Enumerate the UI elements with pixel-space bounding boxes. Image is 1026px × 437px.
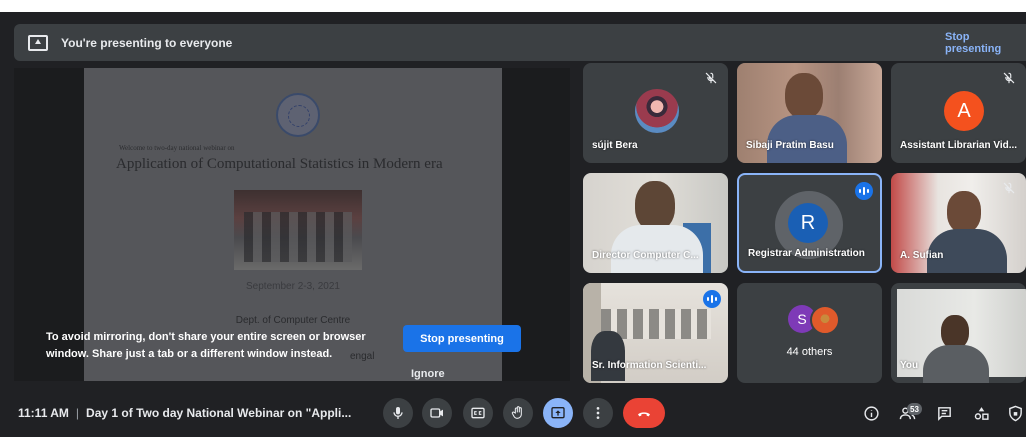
raise-hand-button[interactable]	[503, 398, 533, 428]
meeting-details-button[interactable]	[860, 402, 882, 424]
others-tile[interactable]: S 44 others	[737, 283, 882, 383]
participant-tile[interactable]: A Assistant Librarian Vid...	[891, 63, 1026, 163]
participant-name: Sibaji Pratim Basu	[746, 140, 834, 151]
info-icon	[863, 405, 879, 421]
video-camera-icon	[430, 408, 443, 418]
end-call-icon	[638, 412, 650, 417]
meet-window: You're presenting to everyone Stop prese…	[0, 12, 1026, 437]
meeting-info: 11:11 AM | Day 1 of Two day National Webin…	[18, 406, 351, 420]
slide-dates: September 2-3, 2021	[246, 281, 340, 292]
self-tile[interactable]: You	[891, 283, 1026, 383]
university-seal-logo	[276, 93, 320, 137]
mic-off-icon	[705, 72, 717, 84]
leave-call-button[interactable]	[623, 398, 665, 428]
present-screen-icon	[28, 34, 48, 51]
others-avatars: S	[788, 305, 848, 335]
participant-name: Director Computer C...	[592, 250, 699, 261]
slide-title: Application of Computational Statistics …	[116, 156, 443, 172]
participant-name: Registrar Administration	[748, 248, 865, 259]
mirroring-warning-text: To avoid mirroring, don't share your ent…	[46, 331, 366, 360]
participant-name: Assistant Librarian Vid...	[900, 140, 1018, 151]
participant-name: A. Sufian	[900, 250, 944, 261]
chat-icon	[937, 406, 951, 421]
closed-captions-icon	[471, 407, 485, 419]
ignore-button[interactable]: Ignore	[403, 364, 453, 384]
host-controls-button[interactable]	[1004, 402, 1026, 424]
meeting-title: Day 1 of Two day National Webinar on "Ap…	[86, 406, 352, 420]
avatar: A	[944, 91, 984, 131]
hand-icon	[511, 406, 522, 419]
avatar: R	[788, 203, 828, 243]
slide-welcome-text: Welcome to two-day national webinar on	[119, 144, 235, 152]
participant-count-badge: 53	[907, 403, 922, 415]
separator: |	[75, 406, 80, 420]
shield-lock-icon	[1008, 405, 1022, 421]
presenting-status-text: You're presenting to everyone	[61, 35, 233, 50]
activities-button[interactable]	[970, 402, 992, 424]
more-vertical-icon	[596, 407, 600, 419]
building-photo	[234, 190, 362, 270]
avatar	[810, 305, 840, 335]
participant-tile-speaking[interactable]: R Registrar Administration	[737, 173, 882, 273]
stop-presenting-button[interactable]: Stop presenting	[403, 325, 521, 352]
avatar	[635, 89, 679, 133]
mic-icon	[393, 407, 403, 419]
clock-time: 11:11 AM	[18, 406, 69, 420]
others-count-label: 44 others	[786, 346, 833, 358]
present-screen-icon	[551, 407, 565, 419]
participant-tile[interactable]: sújit Bera	[583, 63, 728, 163]
camera-button[interactable]	[422, 398, 452, 428]
participant-name: Sr. Information Scienti...	[592, 360, 707, 371]
microphone-button[interactable]	[383, 398, 413, 428]
mic-off-icon	[1003, 72, 1015, 84]
captions-button[interactable]	[463, 398, 493, 428]
bottom-control-bar: 11:11 AM | Day 1 of Two day National Webin…	[0, 390, 1026, 437]
present-now-button[interactable]	[543, 398, 573, 428]
participant-tile[interactable]: Sr. Information Scienti...	[583, 283, 728, 383]
speaking-indicator-icon	[855, 182, 873, 200]
participant-tile[interactable]: A. Sufian	[891, 173, 1026, 273]
speaking-indicator-icon	[703, 290, 721, 308]
more-options-button[interactable]	[583, 398, 613, 428]
mic-off-icon	[1003, 182, 1015, 194]
participant-tile[interactable]: Director Computer C...	[583, 173, 728, 273]
chat-button[interactable]	[933, 402, 955, 424]
stop-presenting-link[interactable]: Stop presenting	[945, 31, 1026, 55]
shapes-icon	[974, 406, 989, 420]
presenting-banner: You're presenting to everyone Stop prese…	[14, 24, 1026, 61]
participant-name: sújit Bera	[592, 140, 638, 151]
participant-name: You	[900, 360, 919, 371]
participant-tile[interactable]: Sibaji Pratim Basu	[737, 63, 882, 163]
